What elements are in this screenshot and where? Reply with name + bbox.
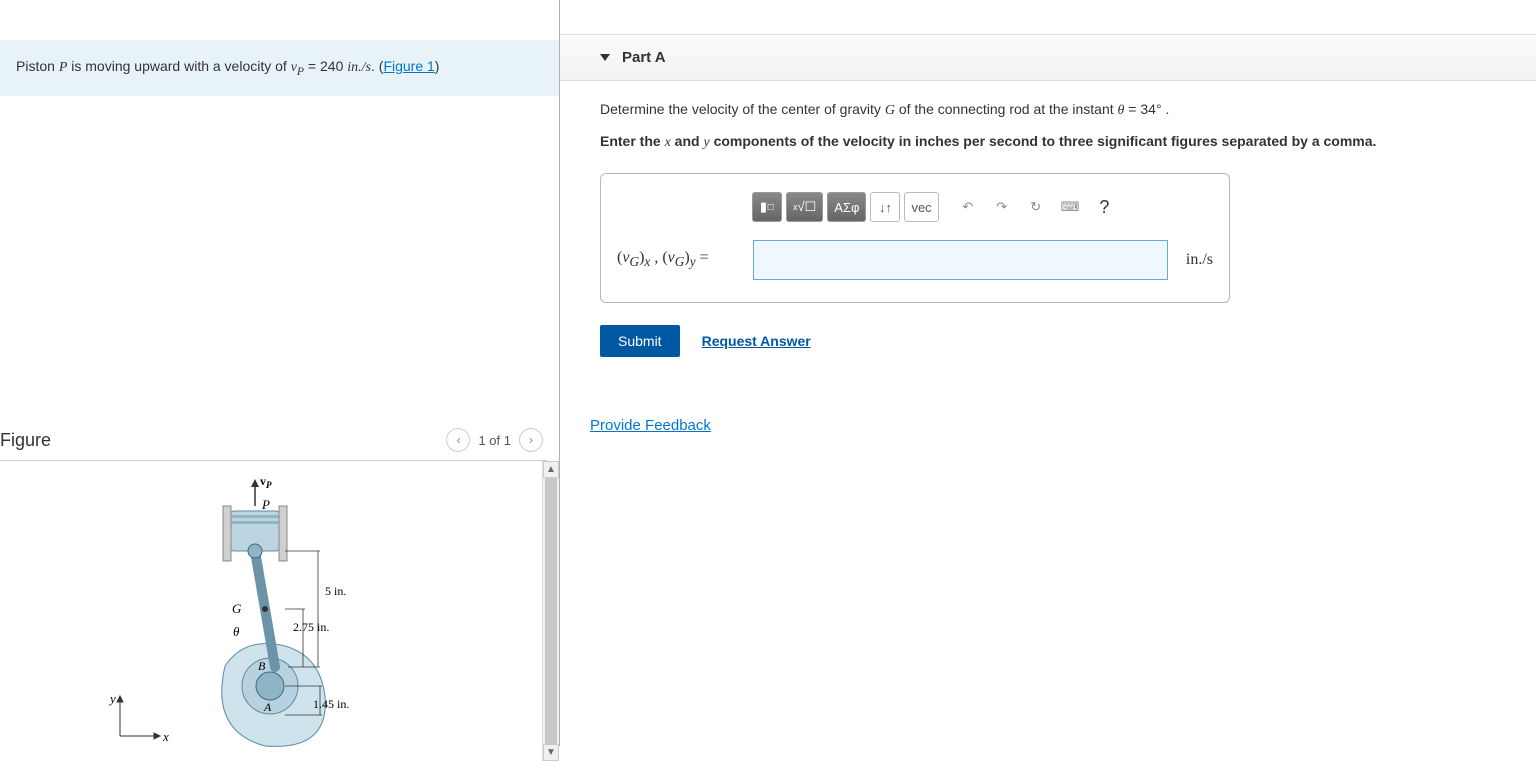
- right-pane: Part A Determine the velocity of the cen…: [560, 0, 1536, 746]
- templates-button[interactable]: ▮☐: [752, 192, 782, 222]
- next-figure-button[interactable]: ›: [519, 428, 543, 452]
- figure-header: Figure ‹ 1 of 1 ›: [0, 420, 547, 461]
- axis-y-label: y: [108, 691, 116, 706]
- figure-nav: ‹ 1 of 1 ›: [446, 428, 543, 452]
- part-header[interactable]: Part A: [560, 34, 1536, 81]
- label-A: A: [263, 700, 272, 714]
- submit-button[interactable]: Submit: [600, 325, 680, 357]
- label-vP: vP: [260, 474, 272, 490]
- reset-button[interactable]: ↻: [1021, 192, 1051, 222]
- dim-145in: 1.45 in.: [313, 697, 349, 711]
- answer-row: (vG)x , (vG)y = in./s: [617, 240, 1213, 280]
- problem-statement: Piston P is moving upward with a velocit…: [0, 40, 559, 96]
- question-text: Determine the velocity of the center of …: [600, 101, 1496, 119]
- provide-feedback-link[interactable]: Provide Feedback: [590, 417, 711, 434]
- figure-body: y x A B G θ: [0, 461, 559, 761]
- text: . (: [371, 58, 383, 74]
- figure-section: Figure ‹ 1 of 1 ›: [0, 420, 559, 761]
- answer-input[interactable]: [753, 240, 1168, 280]
- unit: in./s: [347, 60, 371, 75]
- answer-box: ▮☐ x√☐ ΑΣφ ↓↑ vec ↶ ↷ ↻ ⌨ ? (vG)x , (vG)…: [600, 173, 1230, 303]
- dim-5in: 5 in.: [325, 584, 346, 598]
- figure-image: y x A B G θ: [0, 471, 520, 761]
- prev-figure-button[interactable]: ‹: [446, 428, 470, 452]
- label-theta: θ: [233, 624, 240, 639]
- text: is moving upward with a velocity of: [67, 58, 290, 74]
- greek-button[interactable]: ΑΣφ: [827, 192, 866, 222]
- scroll-thumb[interactable]: [545, 478, 557, 744]
- undo-button[interactable]: ↶: [953, 192, 983, 222]
- text: ): [435, 58, 440, 74]
- redo-button[interactable]: ↷: [987, 192, 1017, 222]
- figure-page: 1 of 1: [478, 433, 511, 448]
- equation-toolbar: ▮☐ x√☐ ΑΣφ ↓↑ vec ↶ ↷ ↻ ⌨ ?: [752, 192, 1213, 222]
- collapse-icon: [600, 54, 610, 61]
- label-G: G: [232, 601, 242, 616]
- updown-button[interactable]: ↓↑: [870, 192, 900, 222]
- instruction-text: Enter the x and y components of the velo…: [600, 133, 1496, 151]
- figure-title: Figure: [0, 430, 51, 451]
- keyboard-button[interactable]: ⌨: [1055, 192, 1086, 222]
- left-pane: Piston P is moving upward with a velocit…: [0, 0, 560, 746]
- figure-scrollbar[interactable]: ▲ ▼: [542, 461, 559, 761]
- help-button[interactable]: ?: [1089, 192, 1119, 222]
- sqrt-button[interactable]: x√☐: [786, 192, 823, 222]
- var-vP: vP: [291, 60, 304, 75]
- vec-button[interactable]: vec: [904, 192, 938, 222]
- text: = 240: [304, 58, 347, 74]
- label-B: B: [258, 659, 266, 673]
- action-row: Submit Request Answer: [600, 325, 1496, 357]
- dim-275in: 2.75 in.: [293, 620, 329, 634]
- part-title: Part A: [622, 49, 666, 66]
- unit-label: in./s: [1186, 251, 1213, 269]
- answer-label: (vG)x , (vG)y =: [617, 249, 747, 270]
- figure-link[interactable]: Figure 1: [383, 58, 434, 74]
- request-answer-link[interactable]: Request Answer: [702, 333, 811, 349]
- part-body: Determine the velocity of the center of …: [560, 81, 1536, 377]
- scroll-up-icon[interactable]: ▲: [543, 461, 559, 478]
- axis-x-label: x: [162, 729, 169, 744]
- text: Piston: [16, 58, 59, 74]
- label-P: P: [261, 497, 270, 512]
- scroll-down-icon[interactable]: ▼: [543, 744, 559, 761]
